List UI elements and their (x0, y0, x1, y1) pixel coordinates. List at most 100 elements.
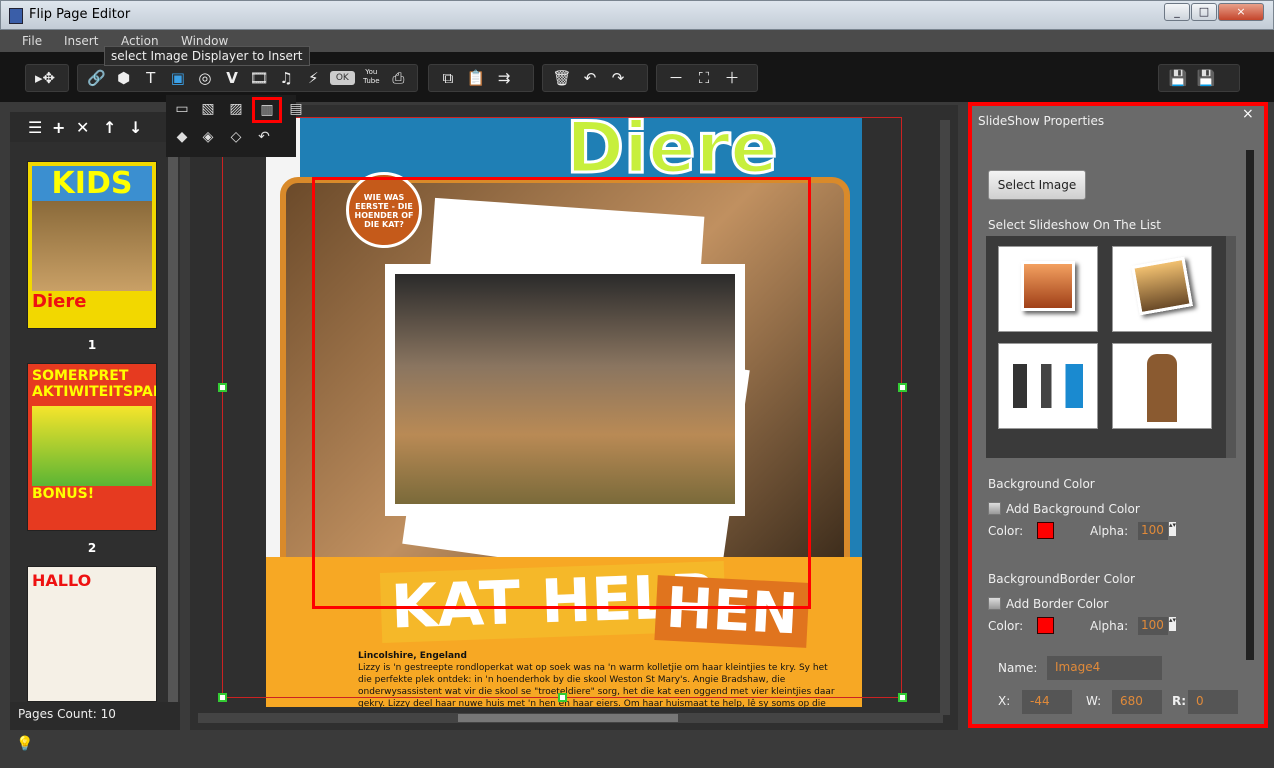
history-group: 🗑 ↶ ↷ (542, 64, 648, 92)
copy-icon[interactable]: ⧉ (437, 68, 459, 88)
list-scrollbar[interactable] (1226, 236, 1236, 458)
background-color-heading: Background Color (988, 477, 1095, 491)
add-background-label: Add Background Color (1006, 502, 1140, 516)
color-label: Color: (988, 524, 1024, 538)
slideshow-option-3[interactable] (998, 343, 1098, 429)
image-displayer-dropdown: ▭ ▧ ▨ ▥ ▤ ◆ ◈ ◇ ↶ (166, 95, 303, 157)
page-number: 2 (87, 541, 97, 555)
background-alpha-input[interactable]: 100 (1138, 522, 1168, 540)
image-icon[interactable]: ▭ (170, 99, 194, 119)
select-move-icon[interactable]: ▸✥ (34, 68, 56, 88)
border-color-swatch[interactable] (1037, 617, 1054, 634)
background-color-swatch[interactable] (1037, 522, 1054, 539)
lightbulb-icon[interactable]: 💡 (16, 736, 33, 752)
canvas-vertical-scrollbar[interactable] (940, 120, 950, 715)
name-input[interactable]: Image4 (1047, 656, 1162, 680)
resize-handle[interactable] (558, 693, 567, 702)
image-flip-icon[interactable]: ◇ (224, 127, 248, 147)
status-bar: 💡 (0, 732, 1274, 768)
x-input[interactable]: -44 (1022, 690, 1072, 714)
save-group: 💾 💾 (1158, 64, 1240, 92)
video-icon[interactable]: 🎞 (249, 68, 270, 88)
panel-scrollbar[interactable] (1246, 150, 1254, 660)
button-icon[interactable]: OK (329, 71, 355, 85)
resize-handle[interactable] (218, 693, 227, 702)
slideshow-option-4[interactable] (1112, 343, 1212, 429)
youtube-icon[interactable]: You Tube (361, 68, 382, 88)
r-input[interactable]: 0 (1188, 690, 1238, 714)
edit-group: ⧉ 📋 ⇉ (428, 64, 534, 92)
select-image-button[interactable]: Select Image (988, 170, 1086, 200)
image-stack-icon[interactable]: ◈ (196, 127, 220, 147)
color-label: Color: (988, 619, 1024, 633)
fit-icon[interactable]: ⛶ (693, 68, 715, 88)
page-thumbnail-1[interactable]: KIDS Diere (27, 161, 157, 329)
zoom-group: － ⛶ ＋ (656, 64, 758, 92)
slideshow-bounds[interactable] (222, 117, 902, 698)
slideshow-icon[interactable]: ▥ (252, 97, 282, 123)
menu-file[interactable]: File (22, 34, 42, 48)
redo-icon[interactable]: ↷ (607, 68, 629, 88)
menu-insert[interactable]: Insert (64, 34, 98, 48)
x-label: X: (998, 694, 1011, 708)
save-icon[interactable]: 💾 (1167, 68, 1189, 88)
image-tag-icon[interactable]: ◆ (170, 127, 194, 147)
image-rotate-icon[interactable]: ↶ (252, 127, 276, 147)
window-title: Flip Page Editor (29, 7, 131, 22)
add-background-checkbox[interactable] (988, 502, 1001, 515)
pages-scrollbar[interactable] (168, 142, 178, 702)
tooltip: select Image Displayer to Insert (104, 46, 310, 66)
save-as-icon[interactable]: 💾 (1195, 68, 1217, 88)
flash-gallery-icon[interactable]: ◎ (194, 68, 215, 88)
add-border-label: Add Border Color (1006, 597, 1109, 611)
paste-icon[interactable]: 📋 (465, 68, 487, 88)
page-thumbnail-2[interactable]: SOMERPRET AKTIWITEITSPAK BONUS! (27, 363, 157, 531)
w-input[interactable]: 680 (1112, 690, 1162, 714)
slideshow-list-label: Select Slideshow On The List (988, 218, 1161, 232)
add-border-checkbox[interactable] (988, 597, 1001, 610)
resize-handle[interactable] (218, 383, 227, 392)
add-page-icon[interactable]: + (52, 118, 65, 137)
vimeo-icon[interactable]: V (221, 68, 242, 88)
page-thumbnail-3[interactable]: HALLO (27, 566, 157, 702)
name-label: Name: (998, 661, 1038, 675)
zoom-out-icon[interactable]: － (665, 68, 687, 88)
border-alpha-input[interactable]: 100 (1138, 617, 1168, 635)
insert-group: 🔗 ⬢ T ▣ ◎ V 🎞 ♫ ⚡ OK You Tube ⎙ (77, 64, 418, 92)
maximize-button[interactable]: □ (1191, 3, 1217, 21)
close-button[interactable]: × (1218, 3, 1264, 21)
move-up-icon[interactable]: ↑ (103, 118, 116, 137)
image-gallery-icon[interactable]: ▧ (196, 99, 220, 119)
resize-handle[interactable] (898, 383, 907, 392)
move-down-icon[interactable]: ↓ (129, 118, 142, 137)
alpha-stepper[interactable]: ▴▾ (1169, 617, 1176, 631)
alpha-stepper[interactable]: ▴▾ (1169, 522, 1176, 536)
zoom-in-icon[interactable]: ＋ (721, 68, 743, 88)
pages-panel: ☰ + ✕ ↑ ↓ KIDS Diere 1 SOMERPRET AKTIWIT… (10, 112, 180, 730)
link-icon[interactable]: 🔗 (86, 68, 107, 88)
shape-icon[interactable]: ⬢ (113, 68, 134, 88)
r-label: R: (1172, 694, 1187, 708)
image-frame-icon[interactable]: ▨ (224, 99, 248, 119)
text-icon[interactable]: T (140, 68, 161, 88)
print-icon[interactable]: ⎙ (388, 68, 409, 88)
app-icon (9, 8, 23, 24)
page-number: 1 (87, 338, 97, 352)
undo-icon[interactable]: ↶ (579, 68, 601, 88)
delete-page-icon[interactable]: ✕ (76, 118, 89, 137)
list-icon[interactable]: ☰ (28, 118, 42, 137)
resize-handle[interactable] (898, 693, 907, 702)
canvas-horizontal-scrollbar[interactable] (198, 713, 943, 723)
image-clip-icon[interactable]: ▤ (284, 99, 308, 119)
border-color-heading: BackgroundBorder Color (988, 572, 1135, 586)
panel-title: SlideShow Properties (978, 114, 1105, 128)
image-icon[interactable]: ▣ (167, 68, 188, 88)
close-panel-icon[interactable]: × (1242, 106, 1254, 122)
duplicate-icon[interactable]: ⇉ (493, 68, 515, 88)
slideshow-option-2[interactable] (1112, 246, 1212, 332)
music-icon[interactable]: ♫ (276, 68, 297, 88)
flash-icon[interactable]: ⚡ (303, 68, 324, 88)
slideshow-option-1[interactable] (998, 246, 1098, 332)
minimize-button[interactable]: _ (1164, 3, 1190, 21)
delete-icon[interactable]: 🗑 (551, 68, 573, 88)
